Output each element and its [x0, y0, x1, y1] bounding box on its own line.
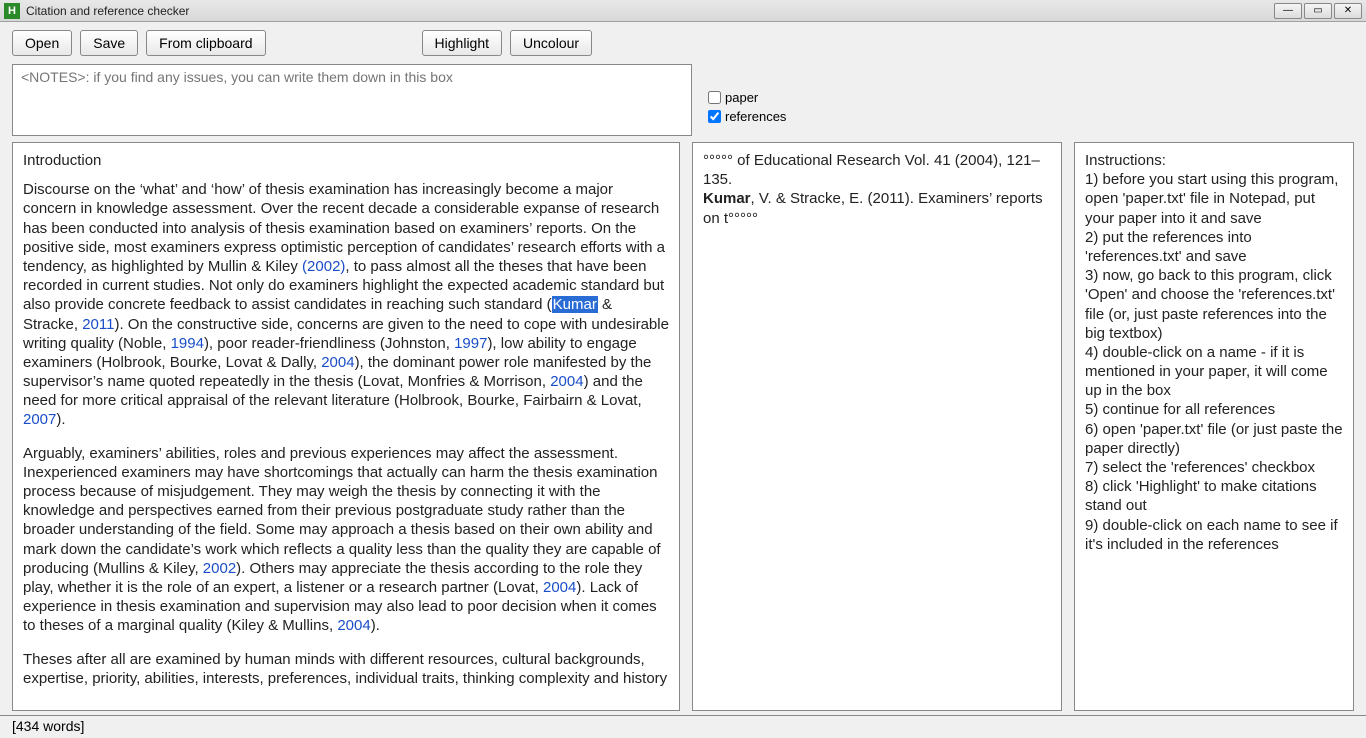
citation-year: 1997: [454, 335, 487, 352]
instructions-panel: Instructions: 1) before you start using …: [1074, 142, 1354, 711]
citation-year: 2004: [550, 373, 583, 390]
references-checkbox[interactable]: [708, 110, 721, 123]
close-button[interactable]: ✕: [1334, 3, 1362, 19]
instruction-item: 8) click 'Highlight' to make citations s…: [1085, 477, 1343, 515]
instructions-title: Instructions:: [1085, 151, 1343, 170]
paper-checkbox[interactable]: [708, 91, 721, 104]
app-icon: H: [4, 3, 20, 19]
instruction-item: 1) before you start using this program, …: [1085, 170, 1343, 228]
paper-paragraph-1: Discourse on the ‘what’ and ‘how’ of the…: [23, 180, 669, 429]
paper-checkbox-text: paper: [725, 90, 758, 105]
citation-year: 2004: [543, 579, 576, 596]
maximize-button[interactable]: ▭: [1304, 3, 1332, 19]
uncolour-button[interactable]: Uncolour: [510, 30, 592, 56]
save-button[interactable]: Save: [80, 30, 138, 56]
citation-year: (2002): [302, 258, 345, 275]
reference-line: Kumar, V. & Stracke, E. (2011). Examiner…: [703, 189, 1051, 227]
instruction-item: 2) put the references into 'references.t…: [1085, 228, 1343, 266]
instruction-item: 9) double-click on each name to see if i…: [1085, 516, 1343, 554]
highlighted-author[interactable]: Kumar: [552, 296, 598, 313]
titlebar: H Citation and reference checker — ▭ ✕: [0, 0, 1366, 22]
paper-checkbox-label[interactable]: paper: [708, 90, 1354, 105]
minimize-button[interactable]: —: [1274, 3, 1302, 19]
instruction-item: 3) now, go back to this program, click '…: [1085, 266, 1343, 343]
notes-input[interactable]: [12, 64, 692, 136]
references-checkbox-text: references: [725, 109, 786, 124]
instruction-item: 5) continue for all references: [1085, 400, 1343, 419]
status-bar: [434 words]: [0, 715, 1366, 738]
window-title: Citation and reference checker: [26, 4, 1274, 18]
instruction-item: 7) select the 'references' checkbox: [1085, 458, 1343, 477]
citation-year: 2002: [203, 560, 236, 577]
citation-year: 1994: [171, 335, 204, 352]
paper-paragraph-2: Arguably, examiners’ abilities, roles an…: [23, 444, 669, 636]
reference-line: °°°°° of Educational Research Vol. 41 (2…: [703, 151, 1051, 189]
citation-year: 2004: [337, 617, 370, 634]
references-checkbox-label[interactable]: references: [708, 109, 1354, 124]
paper-paragraph-3: Theses after all are examined by human m…: [23, 650, 669, 688]
citation-year: 2004: [321, 354, 354, 371]
instruction-item: 4) double-click on a name - if it is men…: [1085, 343, 1343, 401]
reference-author[interactable]: Kumar: [703, 190, 751, 207]
highlight-button[interactable]: Highlight: [422, 30, 502, 56]
citation-year: 2011: [82, 316, 114, 333]
citation-year: 2007: [23, 411, 56, 428]
paper-heading: Introduction: [23, 151, 669, 170]
paper-panel[interactable]: Introduction Discourse on the ‘what’ and…: [12, 142, 680, 711]
references-panel[interactable]: °°°°° of Educational Research Vol. 41 (2…: [692, 142, 1062, 711]
open-button[interactable]: Open: [12, 30, 72, 56]
checkbox-group: paper references: [704, 86, 1354, 136]
from-clipboard-button[interactable]: From clipboard: [146, 30, 265, 56]
toolbar: Open Save From clipboard Highlight Uncol…: [0, 22, 1366, 64]
instruction-item: 6) open 'paper.txt' file (or just paste …: [1085, 420, 1343, 458]
